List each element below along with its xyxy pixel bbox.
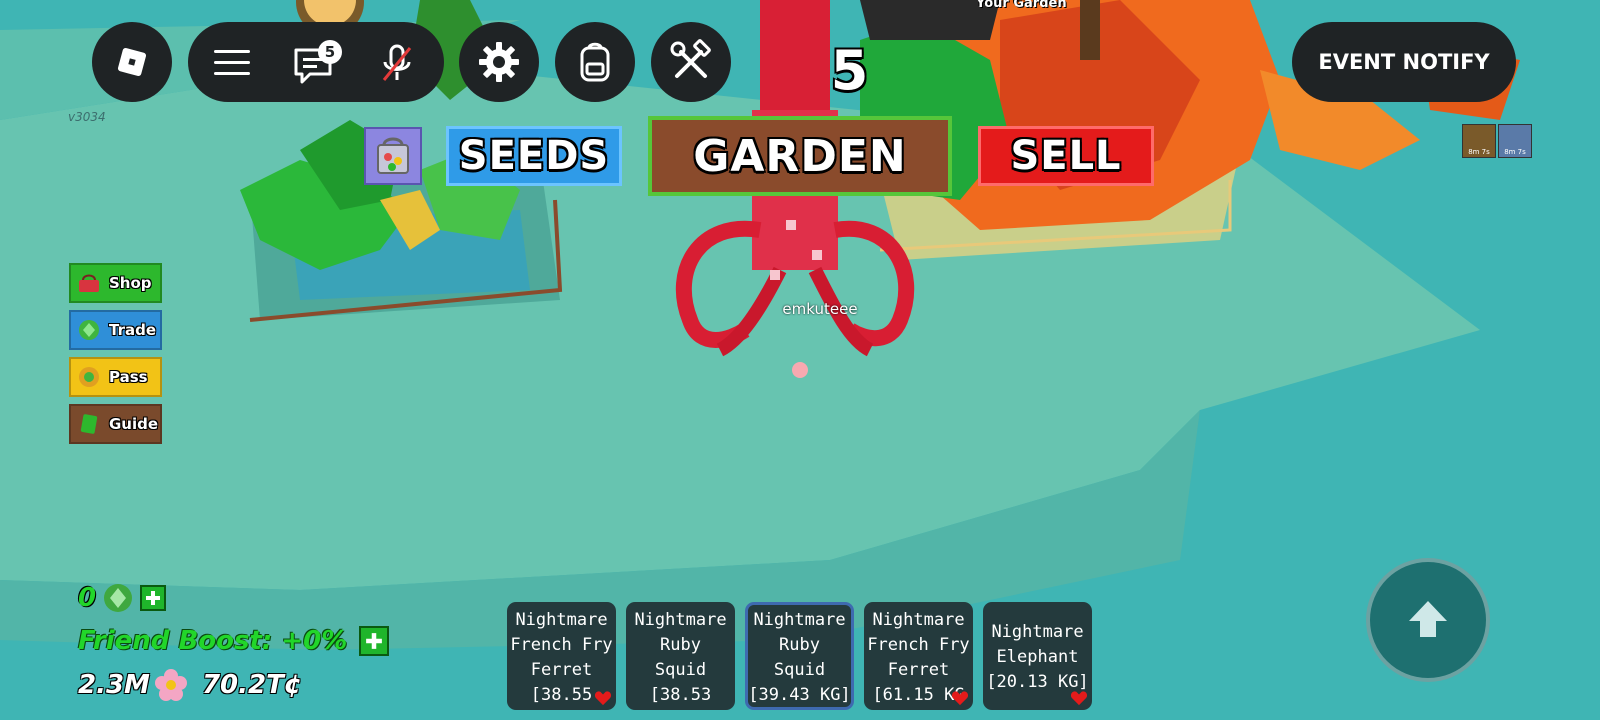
microphone-muted-icon bbox=[382, 44, 412, 81]
player-nametag: emkuteee bbox=[782, 300, 858, 318]
friend-boost-row: Friend Boost: +0% bbox=[78, 626, 390, 656]
favorite-heart-icon bbox=[1070, 691, 1088, 706]
shop-button[interactable]: Shop bbox=[69, 263, 162, 303]
hotbar-slot-line: Elephant bbox=[996, 647, 1079, 667]
hotbar-slot-line: Ruby bbox=[660, 635, 701, 655]
hotbar-slot[interactable]: Nightmare Elephant [20.13 KG] bbox=[983, 602, 1092, 710]
hotbar-slot-line: Ferret bbox=[530, 660, 593, 680]
pet-timer-2-label: 8m 7s bbox=[1504, 148, 1526, 156]
seeds-button[interactable]: SEEDS bbox=[446, 126, 622, 186]
event-notify-label: EVENT NOTIFY bbox=[1318, 50, 1490, 74]
hotbar-slot-line: Nightmare bbox=[515, 610, 608, 630]
hotbar-slot[interactable]: Nightmare Ruby Squid [38.53 bbox=[626, 602, 735, 710]
roblox-logo-icon bbox=[117, 47, 147, 77]
plus-icon bbox=[366, 633, 383, 649]
hotbar-slot[interactable]: Nightmare French Fry Ferret [61.15 KG bbox=[864, 602, 973, 710]
jump-button[interactable] bbox=[1366, 558, 1490, 682]
build-tools-button[interactable] bbox=[651, 22, 731, 102]
hotbar-slot-line: Ferret bbox=[887, 660, 950, 680]
garden-button[interactable]: GARDEN bbox=[648, 116, 952, 196]
hotbar-slot[interactable]: Nightmare Ruby Squid [39.43 KG] bbox=[745, 602, 854, 710]
hotbar-slot-line: Squid bbox=[773, 660, 826, 680]
hotbar-slot-line: Ruby bbox=[779, 635, 820, 655]
friend-boost-label: Friend Boost: +0% bbox=[78, 626, 348, 656]
favorite-heart-icon bbox=[951, 691, 969, 706]
gear-icon bbox=[479, 42, 519, 82]
money-amount: 70.2T¢ bbox=[201, 670, 302, 700]
hamburger-icon bbox=[214, 50, 250, 75]
backpack-button[interactable] bbox=[555, 22, 635, 102]
plus-icon bbox=[146, 591, 161, 605]
roblox-menu-button[interactable] bbox=[92, 22, 172, 102]
hamburger-menu-button[interactable] bbox=[210, 42, 254, 82]
version-label: v3034 bbox=[68, 110, 106, 124]
hotbar-slot[interactable]: Nightmare French Fry Ferret [38.55 bbox=[507, 602, 616, 710]
crate-button[interactable] bbox=[364, 127, 422, 185]
pass-label: Pass bbox=[109, 368, 148, 386]
shop-label: Shop bbox=[109, 274, 152, 292]
hotbar-slot-line: [38.53 bbox=[649, 685, 712, 705]
mute-microphone-button[interactable] bbox=[374, 40, 420, 86]
pet-timer-2: 8m 7s bbox=[1498, 124, 1532, 158]
pass-button[interactable]: Pass bbox=[69, 357, 162, 397]
hammer-wrench-icon bbox=[670, 39, 711, 78]
event-notify-button[interactable]: EVENT NOTIFY bbox=[1292, 22, 1516, 102]
basket-icon bbox=[79, 274, 99, 292]
jump-arrow-icon bbox=[1409, 601, 1447, 637]
token-count: 0 bbox=[78, 583, 97, 613]
count-display: 5 bbox=[830, 38, 870, 102]
pet-timer-1: 8m 7s bbox=[1462, 124, 1496, 158]
sell-button[interactable]: SELL bbox=[978, 126, 1154, 186]
chat-badge: 5 bbox=[318, 40, 342, 64]
token-row: 0 bbox=[78, 582, 167, 614]
buy-token-button[interactable] bbox=[140, 585, 167, 611]
backpack-icon bbox=[580, 42, 610, 82]
pass-icon bbox=[79, 367, 99, 387]
chat-button[interactable]: 5 bbox=[292, 40, 342, 86]
flower-icon bbox=[154, 669, 187, 701]
token-icon bbox=[104, 584, 133, 612]
book-icon bbox=[80, 414, 98, 434]
favorite-heart-icon bbox=[594, 691, 612, 706]
seed-crate-icon bbox=[377, 137, 409, 174]
hotbar-slot-line: Nightmare bbox=[634, 610, 727, 630]
hotbar-slot-line: French Fry bbox=[867, 635, 970, 655]
trade-icon bbox=[79, 320, 99, 340]
trade-button[interactable]: Trade bbox=[69, 310, 162, 350]
guide-label: Guide bbox=[109, 415, 159, 433]
hotbar-slot-line: [39.43 KG] bbox=[748, 685, 851, 705]
hotbar-slot-line: French Fry bbox=[510, 635, 613, 655]
friend-boost-plus-button[interactable] bbox=[359, 626, 390, 656]
trade-label: Trade bbox=[109, 321, 157, 339]
pet-timer-1-label: 8m 7s bbox=[1468, 148, 1490, 156]
currency-row: 2.3M 70.2T¢ bbox=[78, 668, 302, 702]
hotbar-slot-line: Nightmare bbox=[753, 610, 846, 630]
hotbar-slot-line: Nightmare bbox=[872, 610, 965, 630]
honey-amount: 2.3M bbox=[78, 670, 150, 700]
your-garden-label: Your Garden bbox=[976, 0, 1067, 11]
guide-button[interactable]: Guide bbox=[69, 404, 162, 444]
settings-button[interactable] bbox=[459, 22, 539, 102]
hotbar-slot-line: Squid bbox=[654, 660, 707, 680]
hotbar-slot-line: Nightmare bbox=[991, 622, 1084, 642]
